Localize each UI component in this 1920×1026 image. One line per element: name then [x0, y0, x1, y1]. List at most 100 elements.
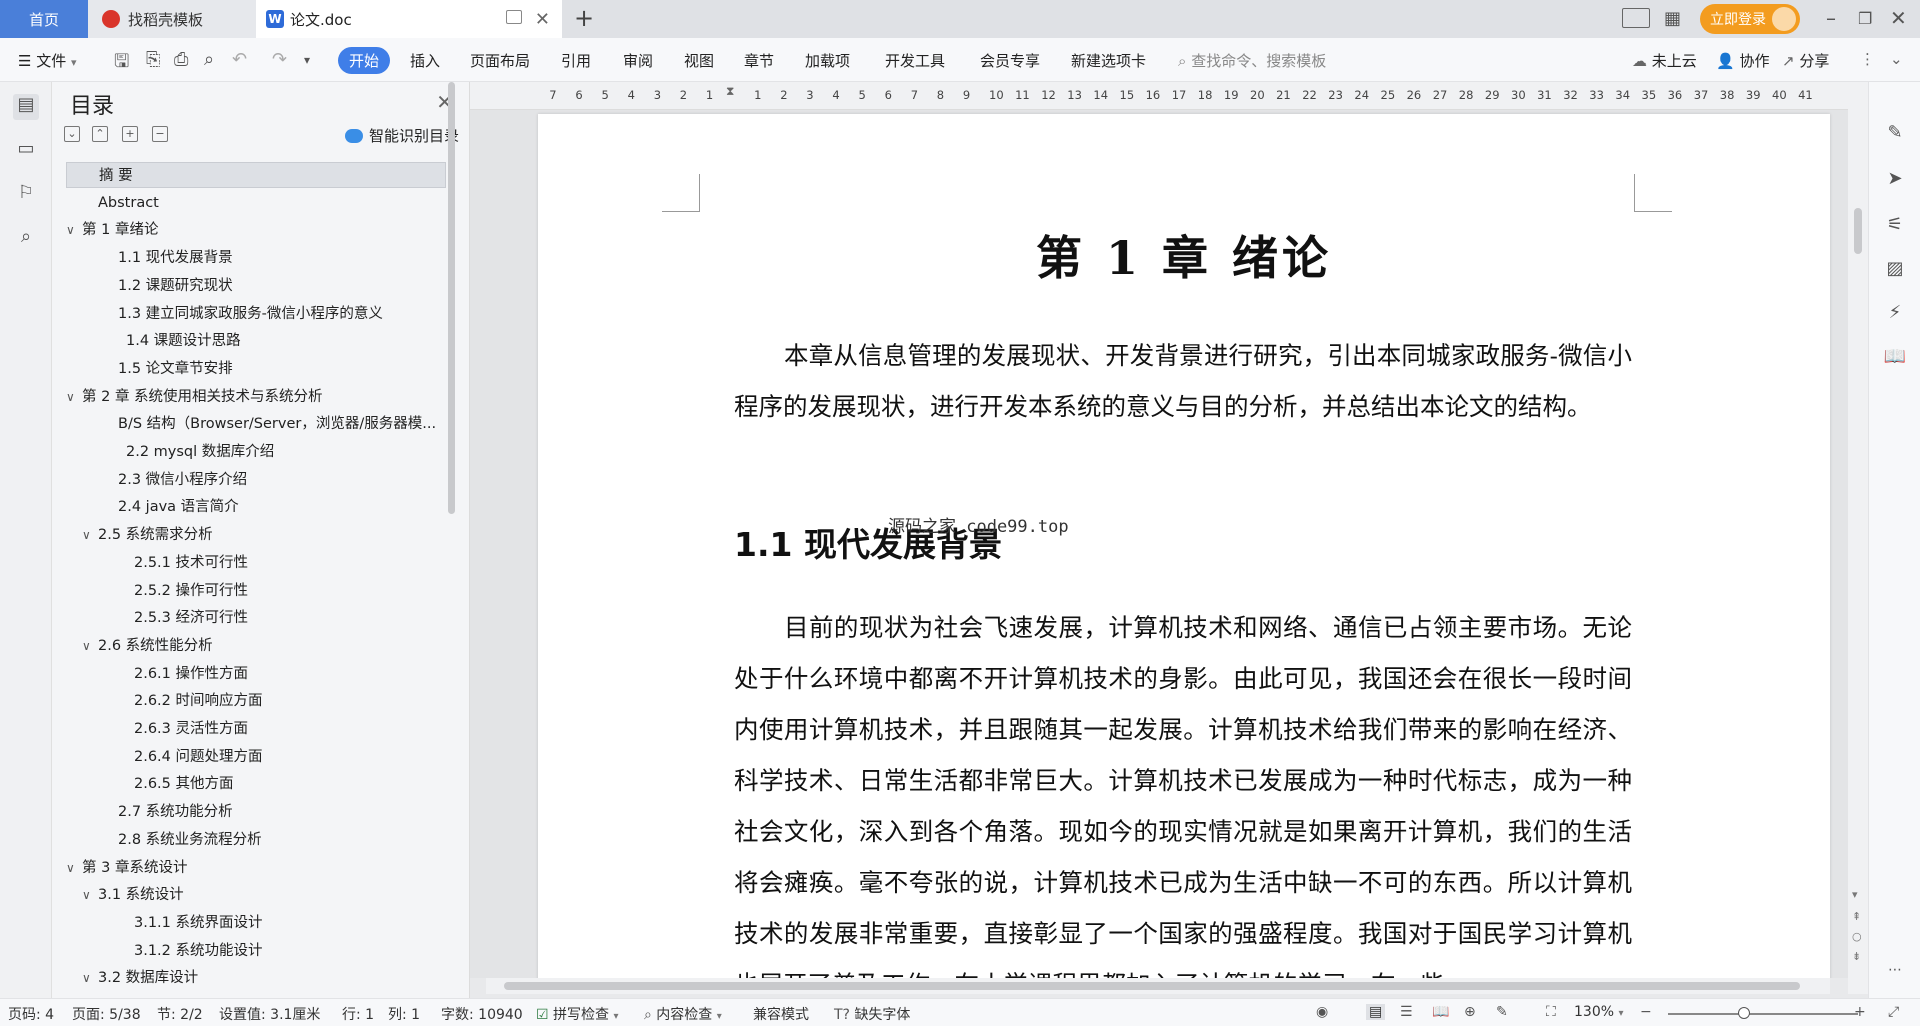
zoom-level[interactable]: 130% ▾ [1574, 1004, 1624, 1020]
ribbon-tab-addins[interactable]: 加载项 [805, 50, 850, 71]
toc-item[interactable]: 1.5 论文章节安排 [66, 356, 233, 382]
toc-item[interactable]: 2.6.4 问题处理方面 [66, 744, 263, 770]
file-menu[interactable]: ☰ 文件 ▾ [18, 50, 77, 71]
toc-item[interactable]: 2.5.1 技术可行性 [66, 550, 248, 576]
fullscreen-icon[interactable]: ⤢ [1888, 1004, 1899, 1020]
share-button[interactable]: ↗ 分享 [1782, 50, 1829, 71]
more-icon[interactable]: ⋮ [1860, 50, 1875, 68]
ribbon-tab-insert[interactable]: 插入 [410, 50, 440, 71]
new-tab-button[interactable]: + [574, 4, 594, 32]
vertical-scrollbar[interactable]: ▾ ⇞ ○ ⇟ [1848, 82, 1868, 994]
chevron-down-icon[interactable]: ∨ [66, 217, 82, 243]
chevron-down-icon[interactable]: ∨ [82, 633, 98, 659]
save-icon[interactable]: 🖫 [114, 49, 129, 79]
ribbon-tab-developer[interactable]: 开发工具 [885, 50, 945, 71]
bookmark-icon[interactable]: ⚐ [13, 182, 39, 208]
collapse-ribbon-icon[interactable]: ⌄ [1890, 50, 1903, 68]
close-tab-icon[interactable]: ✕ [535, 9, 550, 30]
chevron-down-icon[interactable]: ∨ [66, 855, 82, 881]
status-word-count[interactable]: 字数: 10940 [441, 1004, 523, 1024]
toc-item[interactable]: ∨ 3.2 数据库设计 [66, 965, 198, 991]
apps-grid-icon[interactable]: ▦ [1664, 8, 1681, 29]
toc-scrollbar[interactable] [448, 82, 455, 514]
expand-up-icon[interactable]: ⌃ [92, 126, 108, 142]
toc-item[interactable]: 1.1 现代发展背景 [66, 245, 233, 271]
chevron-down-icon[interactable]: ∨ [82, 522, 98, 548]
ribbon-tab-view[interactable]: 视图 [684, 50, 714, 71]
zoom-in-icon[interactable]: + [1854, 1004, 1866, 1020]
book-icon[interactable]: 📖 [1883, 346, 1907, 370]
toc-item[interactable]: 2.7 系统功能分析 [66, 799, 233, 825]
prev-page-icon[interactable]: ⇞ [1852, 910, 1861, 923]
status-page[interactable]: 页面: 5/38 [72, 1004, 141, 1024]
adjust-icon[interactable]: ⚟ [1883, 214, 1907, 238]
toc-item[interactable]: 3.1.2 系统功能设计 [66, 938, 263, 964]
ribbon-tab-start[interactable]: 开始 [338, 47, 390, 74]
command-search[interactable]: ⌕ 查找命令、搜索模板 [1178, 50, 1326, 71]
ribbon-tab-section[interactable]: 章节 [744, 50, 774, 71]
toc-item[interactable]: B/S 结构（Browser/Server，浏览器/服务器模... [66, 411, 436, 437]
toc-panel-icon[interactable]: ▤ [13, 94, 39, 120]
ribbon-tab-member[interactable]: 会员专享 [980, 50, 1040, 71]
layout-icon[interactable] [1622, 8, 1650, 28]
image-tool-icon[interactable]: ▨ [1883, 258, 1907, 282]
select-browse-icon[interactable]: ○ [1852, 930, 1862, 943]
vertical-scroll-thumb[interactable] [1854, 208, 1862, 254]
toc-item[interactable]: 2.8 系统业务流程分析 [66, 827, 262, 853]
toc-item[interactable]: 2.5.2 操作可行性 [66, 578, 248, 604]
toc-item[interactable]: 1.2 课题研究现状 [66, 273, 233, 299]
ribbon-tab-new[interactable]: 新建选项卡 [1071, 50, 1146, 71]
missing-font-button[interactable]: T? 缺失字体 [834, 1004, 910, 1024]
close-window-icon[interactable]: ✕ [1890, 6, 1907, 30]
add-heading-icon[interactable]: + [122, 126, 138, 142]
scroll-down-icon[interactable]: ▾ [1852, 888, 1858, 901]
collaborate-button[interactable]: 👤 协作 [1716, 50, 1769, 71]
pen-icon[interactable]: ✎ [1883, 122, 1907, 146]
quick-access-dropdown-icon[interactable]: ▾ [304, 53, 310, 67]
toc-item[interactable]: 2.5.3 经济可行性 [66, 605, 248, 631]
zoom-slider[interactable] [1668, 1013, 1858, 1015]
write-mode-icon[interactable]: ✎ [1496, 1004, 1508, 1020]
collapse-all-icon[interactable]: ⌄ [64, 126, 80, 142]
page-view-icon[interactable]: ▤ [1366, 1004, 1386, 1020]
restore-icon[interactable]: ❐ [1858, 9, 1872, 28]
toc-item[interactable]: ∨ 第 1 章绪论 [66, 217, 158, 243]
toc-item[interactable]: 2.6.1 操作性方面 [66, 661, 248, 687]
toc-item[interactable]: 2.6.3 灵活性方面 [66, 716, 248, 742]
ai-assist-icon[interactable]: ⚡ [1883, 302, 1907, 326]
ribbon-tab-review[interactable]: 审阅 [623, 50, 653, 71]
export-pdf-icon[interactable]: ⎘ [146, 49, 160, 70]
redo-icon[interactable]: ↷ [272, 49, 287, 70]
toc-item[interactable]: ∨ 3.1 系统设计 [66, 882, 184, 908]
toc-item[interactable]: 1.3 建立同城家政服务-微信小程序的意义 [66, 301, 383, 327]
ribbon-tab-references[interactable]: 引用 [561, 50, 591, 71]
toc-item[interactable]: 1.4 课题设计思路 [66, 328, 241, 354]
dock-window-icon[interactable] [506, 10, 522, 24]
reading-view-icon[interactable]: 📖 [1432, 1004, 1449, 1020]
fit-page-icon[interactable]: ⛶ [1546, 1004, 1556, 1020]
login-button[interactable]: 立即登录 [1700, 4, 1800, 34]
remove-heading-icon[interactable]: − [152, 126, 168, 142]
ribbon-tab-page-layout[interactable]: 页面布局 [470, 50, 530, 71]
tab-home[interactable]: 首页 [0, 0, 88, 38]
next-page-icon[interactable]: ⇟ [1852, 950, 1861, 963]
toc-item[interactable]: 2.4 java 语言简介 [66, 494, 239, 520]
eye-protection-icon[interactable]: ◉ [1316, 1004, 1328, 1020]
toc-item[interactable]: 2.3 微信小程序介绍 [66, 467, 247, 493]
toc-item[interactable]: ∨ 2.6 系统性能分析 [66, 633, 213, 659]
horizontal-scrollbar[interactable] [486, 978, 1830, 994]
print-preview-icon[interactable]: ⌕ [204, 49, 214, 70]
toc-item[interactable]: 摘 要 [66, 162, 446, 188]
toc-item[interactable]: 2.6.2 时间响应方面 [66, 688, 263, 714]
content-check-button[interactable]: ⌕ 内容检查 ▾ [644, 1004, 722, 1024]
print-icon[interactable]: ⎙ [174, 49, 188, 70]
select-cursor-icon[interactable]: ➤ [1883, 168, 1907, 192]
web-view-icon[interactable]: ⊕ [1464, 1004, 1476, 1020]
chevron-down-icon[interactable]: ∨ [82, 882, 98, 908]
document-page[interactable]: 第 1 章 绪论 本章从信息管理的发展现状、开发背景进行研究，引出本同城家政服务… [538, 114, 1830, 978]
chevron-down-icon[interactable]: ∨ [66, 384, 82, 410]
toc-item[interactable]: ∨ 第 2 章 系统使用相关技术与系统分析 [66, 384, 323, 410]
zoom-slider-knob[interactable] [1738, 1007, 1750, 1019]
spell-check-button[interactable]: ☑ 拼写检查 ▾ [536, 1004, 619, 1024]
indent-marker-icon[interactable]: ⧗ [726, 84, 734, 99]
